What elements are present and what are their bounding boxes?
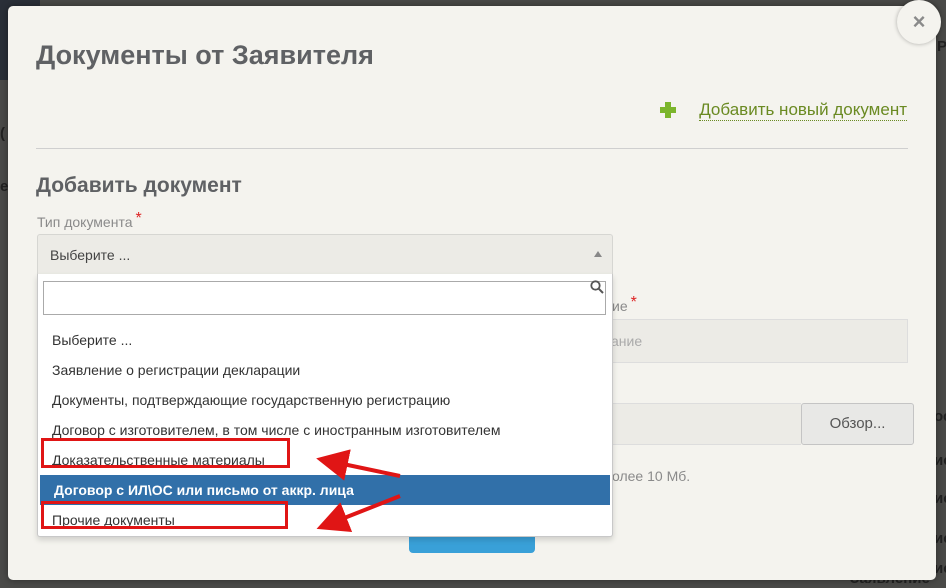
annotation-arrows: [316, 449, 401, 533]
doc-type-label: Тип документа *: [37, 210, 142, 232]
plus-icon[interactable]: [660, 102, 676, 118]
documents-modal: Документы от Заявителя Добавить новый до…: [8, 6, 936, 580]
arrow-icon: [316, 494, 401, 533]
browse-button[interactable]: Обзор...: [801, 403, 914, 445]
caret-up-icon: [594, 251, 602, 257]
hidden-field-label-text: ие: [612, 298, 628, 314]
search-icon: [590, 280, 604, 294]
modal-title: Документы от Заявителя: [36, 40, 374, 70]
background-text: (: [0, 125, 5, 142]
document-name-placeholder: ание: [611, 333, 643, 349]
add-new-document-link[interactable]: Добавить новый документ: [699, 100, 907, 121]
file-input[interactable]: [611, 403, 801, 445]
highlight-box: [41, 501, 288, 529]
select-value: Выберите ...: [50, 247, 131, 263]
document-name-input[interactable]: ание: [611, 319, 908, 363]
close-icon[interactable]: ×: [897, 0, 941, 44]
section-title: Добавить документ: [36, 174, 242, 197]
arrow-icon: [316, 449, 401, 481]
required-mark: *: [135, 210, 142, 227]
required-mark: *: [630, 294, 637, 311]
divider: [36, 148, 908, 149]
hidden-field-label: ие *: [612, 294, 637, 316]
dropdown-search-input[interactable]: [43, 281, 606, 315]
file-size-hint: олее 10 Мб.: [612, 468, 691, 484]
dropdown-option[interactable]: Заявление о регистрации декларации: [38, 355, 612, 385]
background-text: P: [937, 38, 946, 55]
dropdown-option[interactable]: Выберите ...: [38, 325, 612, 355]
highlight-box: [41, 438, 290, 468]
doc-type-label-text: Тип документа: [37, 214, 133, 230]
dropdown-option[interactable]: Документы, подтверждающие государственну…: [38, 385, 612, 415]
doc-type-select[interactable]: Выберите ...: [37, 234, 613, 275]
